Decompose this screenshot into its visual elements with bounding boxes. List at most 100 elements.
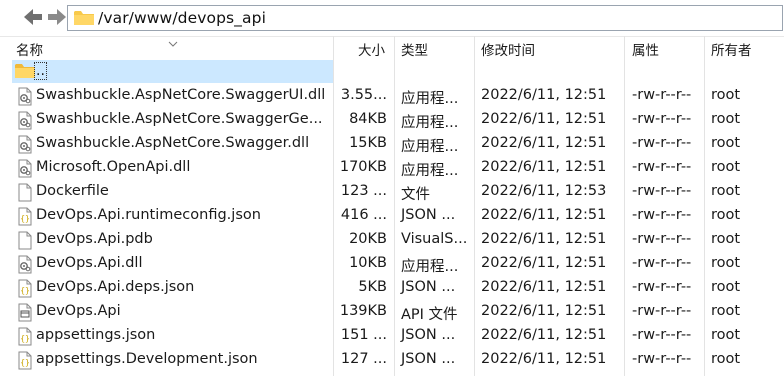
column-header-type[interactable]: 类型 [401, 39, 428, 59]
file-owner: root [711, 207, 741, 223]
file-name: DevOps.Api.dll [36, 255, 143, 271]
file-type: 应用程... [401, 139, 459, 155]
json-icon: {} [16, 351, 34, 370]
file-row[interactable]: {} DevOps.Api.runtimeconfig.json 416 ... JS… [0, 204, 784, 228]
file-type: 文件 [401, 187, 430, 203]
back-button[interactable] [22, 5, 44, 29]
dll-icon [16, 111, 34, 130]
file-row[interactable]: DevOps.Api 139KB API 文件 2022/6/11, 12:51 -rw… [0, 300, 784, 324]
file-name: DevOps.Api.runtimeconfig.json [36, 207, 261, 223]
file-modified: 2022/6/11, 12:51 [481, 327, 607, 343]
file-name: Swashbuckle.AspNetCore.Swagger.dll [36, 135, 310, 151]
file-size: 139KB [339, 303, 387, 319]
file-type: JSON ... [401, 351, 456, 367]
file-owner: root [711, 351, 741, 367]
file-modified: 2022/6/11, 12:51 [481, 279, 607, 295]
path-input[interactable]: /var/www/devops_api [67, 5, 783, 31]
file-size: 84KB [349, 111, 387, 127]
file-name: DevOps.Api.deps.json [36, 279, 195, 295]
file-row[interactable]: DevOps.Api.dll 10KB 应用程... 2022/6/11, 12:51… [0, 252, 784, 276]
folder-icon [74, 10, 94, 30]
svg-text:{}: {} [20, 286, 30, 295]
file-modified: 2022/6/11, 12:51 [481, 303, 607, 319]
file-row[interactable]: DevOps.Api.pdb 20KB VisualS... 2022/6/11, 1… [0, 228, 784, 252]
file-size: 15KB [349, 135, 387, 151]
file-modified: 2022/6/11, 12:51 [481, 231, 607, 247]
file-attributes: -rw-r--r-- [632, 303, 692, 319]
file-type: 应用程... [401, 259, 459, 275]
file-type: JSON ... [401, 279, 456, 295]
file-name: Dockerfile [36, 183, 109, 199]
chevron-down-icon [168, 32, 178, 51]
file-name: appsettings.json [36, 327, 156, 343]
file-type: 应用程... [401, 91, 459, 107]
file-attributes: -rw-r--r-- [632, 351, 692, 367]
file-attributes: -rw-r--r-- [632, 327, 692, 343]
file-owner: root [711, 135, 741, 151]
forward-button[interactable] [46, 5, 68, 29]
arrow-left-icon [24, 9, 42, 25]
file-name: DevOps.Api.pdb [36, 231, 153, 247]
file-attributes: -rw-r--r-- [632, 279, 692, 295]
file-row[interactable]: Microsoft.OpenApi.dll 170KB 应用程... 2022/6/1… [0, 156, 784, 180]
file-type: JSON ... [401, 207, 456, 223]
file-row[interactable]: {} appsettings.json 151 ... JSON ... 2022/6/… [0, 324, 784, 348]
json-icon: {} [16, 207, 34, 226]
svg-text:{}: {} [20, 358, 30, 367]
file-attributes: -rw-r--r-- [632, 87, 692, 103]
file-attributes: -rw-r--r-- [632, 135, 692, 151]
column-header-size[interactable]: 大小 [358, 39, 385, 59]
dll-icon [16, 135, 34, 154]
file-owner: root [711, 327, 741, 343]
file-size: 20KB [349, 231, 387, 247]
file-row[interactable]: Swashbuckle.AspNetCore.SwaggerUI.dll 3.55… [0, 84, 784, 108]
file-attributes: -rw-r--r-- [632, 231, 692, 247]
file-row[interactable]: Swashbuckle.AspNetCore.SwaggerGe... 84KB 应… [0, 108, 784, 132]
column-header-attributes[interactable]: 属性 [632, 39, 659, 59]
file-modified: 2022/6/11, 12:51 [481, 87, 607, 103]
file-row[interactable]: Swashbuckle.AspNetCore.Swagger.dll 15KB 应用… [0, 132, 784, 156]
parent-directory-label: .. [34, 62, 47, 80]
file-name: Swashbuckle.AspNetCore.SwaggerUI.dll [36, 87, 326, 103]
exe-icon [16, 303, 34, 322]
file-size: 123 ... [340, 183, 387, 199]
file-name: Microsoft.OpenApi.dll [36, 159, 191, 175]
file-modified: 2022/6/11, 12:51 [481, 111, 607, 127]
parent-directory-row[interactable]: .. [12, 60, 333, 83]
file-type: 应用程... [401, 115, 459, 131]
file-size: 170KB [339, 159, 387, 175]
file-size: 416 ... [340, 207, 387, 223]
file-icon [16, 231, 34, 250]
file-owner: root [711, 111, 741, 127]
file-modified: 2022/6/11, 12:51 [481, 255, 607, 271]
column-header-name[interactable]: 名称 [16, 39, 43, 59]
file-type: 应用程... [401, 163, 459, 179]
file-owner: root [711, 303, 741, 319]
arrow-right-icon [48, 9, 66, 25]
file-type: VisualS... [401, 231, 468, 247]
folder-icon [15, 63, 35, 83]
file-row[interactable]: {} DevOps.Api.deps.json 5KB JSON ... 2022/6/… [0, 276, 784, 300]
file-modified: 2022/6/11, 12:51 [481, 159, 607, 175]
file-modified: 2022/6/11, 12:51 [481, 351, 607, 367]
file-attributes: -rw-r--r-- [632, 255, 692, 271]
file-owner: root [711, 279, 741, 295]
file-owner: root [711, 87, 741, 103]
file-size: 5KB [358, 279, 387, 295]
column-header-owner[interactable]: 所有者 [711, 39, 752, 59]
file-row[interactable]: {} appsettings.Development.json 127 ... JSO… [0, 348, 784, 372]
file-attributes: -rw-r--r-- [632, 159, 692, 175]
file-size: 127 ... [340, 351, 387, 367]
column-header-modified[interactable]: 修改时间 [481, 39, 535, 59]
file-owner: root [711, 183, 741, 199]
file-icon [16, 183, 34, 202]
json-icon: {} [16, 279, 34, 298]
file-modified: 2022/6/11, 12:51 [481, 135, 607, 151]
file-row[interactable]: Dockerfile 123 ... 文件 2022/6/11, 12:53 -rw-r… [0, 180, 784, 204]
file-size: 3.55... [340, 87, 387, 103]
file-name: appsettings.Development.json [36, 351, 258, 367]
json-icon: {} [16, 327, 34, 346]
file-size: 10KB [349, 255, 387, 271]
file-owner: root [711, 159, 741, 175]
path-text: /var/www/devops_api [98, 9, 266, 27]
